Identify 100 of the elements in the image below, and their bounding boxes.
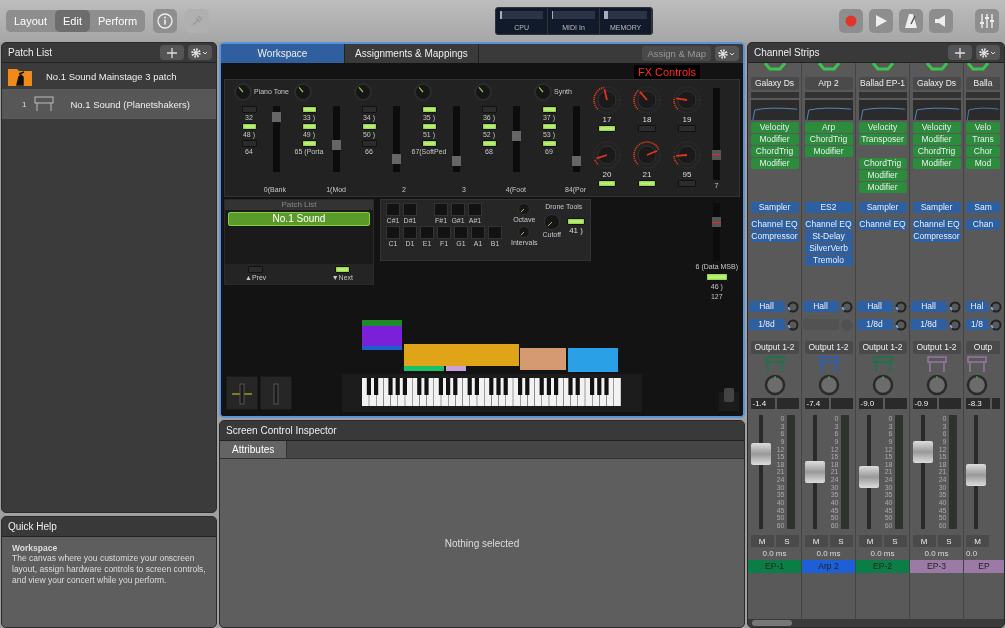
instrument-slot[interactable]: Sam xyxy=(966,202,1000,213)
patch-row[interactable]: 1 No.1 Sound (Planetshakers) xyxy=(2,89,216,119)
channel-label[interactable]: EP-3 xyxy=(910,560,963,573)
channel-name[interactable]: Balla xyxy=(966,77,1000,90)
fx-knob[interactable] xyxy=(633,141,661,169)
mode-tab[interactable]: Edit xyxy=(55,10,90,32)
fader[interactable] xyxy=(272,106,281,172)
midi-plugin-slot[interactable]: Modifier xyxy=(804,146,853,157)
record-button[interactable] xyxy=(839,9,863,33)
audio-effect-slot[interactable]: Compressor xyxy=(912,231,961,242)
instrument-slot[interactable]: ES2 xyxy=(804,202,853,213)
knob[interactable] xyxy=(354,83,372,101)
toggle-button[interactable] xyxy=(567,218,586,225)
instrument-slot[interactable]: Sampler xyxy=(750,202,799,213)
toggle-button[interactable] xyxy=(705,272,728,281)
toggle-button[interactable] xyxy=(301,123,317,130)
toggle-button[interactable] xyxy=(481,123,497,130)
audio-effect-slot[interactable]: Channel EQ xyxy=(750,219,799,230)
settings-button[interactable] xyxy=(976,45,1000,60)
fader[interactable] xyxy=(452,106,461,172)
output-slot[interactable]: Output 1-2 xyxy=(912,341,961,354)
toggle-button[interactable] xyxy=(241,123,257,130)
next-button[interactable] xyxy=(334,266,350,273)
mute-button[interactable]: M xyxy=(912,535,936,547)
toggle-button[interactable] xyxy=(678,180,696,187)
midi-plugin-slot[interactable]: Trans xyxy=(966,134,1000,145)
toggle-button[interactable] xyxy=(481,106,497,113)
send-knob-icon[interactable] xyxy=(894,300,907,313)
send-slot[interactable]: Hall xyxy=(910,301,947,312)
toggle-button[interactable] xyxy=(638,180,656,187)
eq-curve-icon[interactable] xyxy=(912,100,961,120)
audio-effect-slot[interactable]: Channel EQ xyxy=(804,219,853,230)
pan-knob[interactable] xyxy=(817,374,840,396)
pan-knob[interactable] xyxy=(925,374,948,396)
eq-curve-icon[interactable] xyxy=(858,100,907,120)
midi-plugin-slot[interactable]: ChordTrig xyxy=(750,146,799,157)
eq-curve-icon[interactable] xyxy=(966,100,1000,120)
audio-effect-slot[interactable]: Chan xyxy=(966,219,1000,230)
fx-knob[interactable] xyxy=(673,141,701,169)
toggle-button[interactable] xyxy=(361,123,377,130)
pan-knob[interactable] xyxy=(763,374,786,396)
midi-plugin-slot[interactable]: ChordTrig xyxy=(912,146,961,157)
toggle-button[interactable] xyxy=(541,123,557,130)
metronome-button[interactable] xyxy=(899,9,923,33)
midi-plugin-slot[interactable]: Modifier xyxy=(858,170,907,181)
toggle-button[interactable] xyxy=(541,140,557,147)
add-button[interactable] xyxy=(160,45,184,60)
midi-plugin-slot[interactable]: Velo xyxy=(966,122,1000,133)
master-fader[interactable] xyxy=(712,88,721,180)
knob[interactable] xyxy=(294,83,312,101)
audio-effect-slot[interactable]: Channel EQ xyxy=(858,219,907,230)
send-knob-icon[interactable] xyxy=(786,318,799,331)
midi-plugin-slot[interactable]: Arp xyxy=(804,122,853,133)
midi-plugin-slot[interactable]: Modifier xyxy=(750,134,799,145)
fx-knob[interactable] xyxy=(593,86,621,114)
midi-plugin-slot[interactable]: Modifier xyxy=(858,182,907,193)
toggle-button[interactable] xyxy=(361,140,377,147)
send-slot[interactable]: 1/8 xyxy=(966,319,988,330)
mute-button[interactable]: M xyxy=(804,535,828,547)
toggle-button[interactable] xyxy=(361,106,377,113)
output-slot[interactable]: Output 1-2 xyxy=(750,341,799,354)
mixer-button[interactable] xyxy=(975,9,999,33)
output-slot[interactable]: Outp xyxy=(966,341,1000,354)
sustain-pedal-drawing[interactable] xyxy=(718,386,740,412)
send-slot[interactable]: 1/8d xyxy=(748,319,785,330)
midi-plugin-slot[interactable]: Modifier xyxy=(750,158,799,169)
inspector-tab[interactable]: Attributes xyxy=(220,441,288,458)
eq-curve-icon[interactable] xyxy=(750,100,799,120)
workspace-tab[interactable]: Workspace xyxy=(221,44,345,63)
channel-label[interactable]: EP-1 xyxy=(748,560,801,573)
toggle-button[interactable] xyxy=(598,125,616,132)
fader[interactable] xyxy=(332,106,341,172)
midi-plugin-slot[interactable]: Modifier xyxy=(912,158,961,169)
channel-name[interactable]: Galaxy Ds xyxy=(912,77,961,90)
speaker-button[interactable] xyxy=(929,9,953,33)
channel-name[interactable]: Galaxy Ds xyxy=(750,77,799,90)
play-button[interactable] xyxy=(869,9,893,33)
midi-plugin-slot[interactable]: Velocity xyxy=(750,122,799,133)
channel-name[interactable]: Arp 2 xyxy=(804,77,853,90)
mute-button[interactable]: M xyxy=(858,535,882,547)
patch-item[interactable]: No.1 Sound xyxy=(228,212,370,226)
mute-button[interactable]: M xyxy=(750,535,774,547)
solo-button[interactable]: S xyxy=(775,535,799,547)
output-slot[interactable]: Output 1-2 xyxy=(804,341,853,354)
send-knob-icon[interactable] xyxy=(894,318,907,331)
eq-curve-icon[interactable] xyxy=(804,100,853,120)
knob[interactable] xyxy=(414,83,432,101)
send-slot[interactable]: 1/8d xyxy=(856,319,893,330)
info-button[interactable] xyxy=(153,9,178,33)
midi-plugin-slot[interactable]: Mod xyxy=(966,158,1000,169)
data-fader[interactable] xyxy=(712,203,722,261)
mute-button[interactable]: M xyxy=(966,535,989,547)
keyboard-drawing[interactable] xyxy=(342,320,642,412)
pan-knob[interactable] xyxy=(966,374,988,396)
settings-button[interactable] xyxy=(188,45,212,60)
toggle-button[interactable] xyxy=(421,106,437,113)
toggle-button[interactable] xyxy=(241,140,257,147)
send-knob-icon[interactable] xyxy=(786,300,799,313)
toggle-button[interactable] xyxy=(481,140,497,147)
fader[interactable] xyxy=(572,106,581,172)
